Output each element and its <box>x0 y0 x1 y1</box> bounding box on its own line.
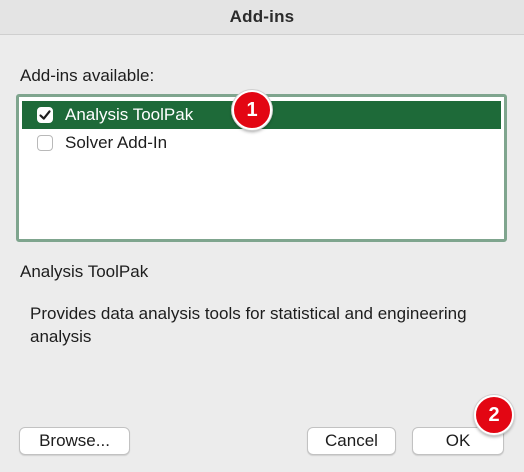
browse-button[interactable]: Browse... <box>19 427 130 455</box>
list-item-label: Solver Add-In <box>65 133 168 152</box>
step-1-badge: 1 <box>232 90 272 130</box>
selected-addin-title: Analysis ToolPak <box>20 262 149 281</box>
checkbox-analysis-toolpak[interactable] <box>37 107 53 123</box>
list-item-label: Analysis ToolPak <box>65 105 194 124</box>
checkmark-icon <box>39 110 51 120</box>
addins-list-label: Add-ins available: <box>20 66 155 85</box>
step-2-badge: 2 <box>474 395 514 435</box>
title-bar: Add-ins <box>0 0 524 35</box>
window-title: Add-ins <box>229 7 295 26</box>
list-item-solver-add-in[interactable]: Solver Add-In <box>22 129 501 157</box>
checkbox-solver-add-in[interactable] <box>37 135 53 151</box>
cancel-button[interactable]: Cancel <box>307 427 396 455</box>
selected-addin-description: Provides data analysis tools for statist… <box>30 304 467 346</box>
